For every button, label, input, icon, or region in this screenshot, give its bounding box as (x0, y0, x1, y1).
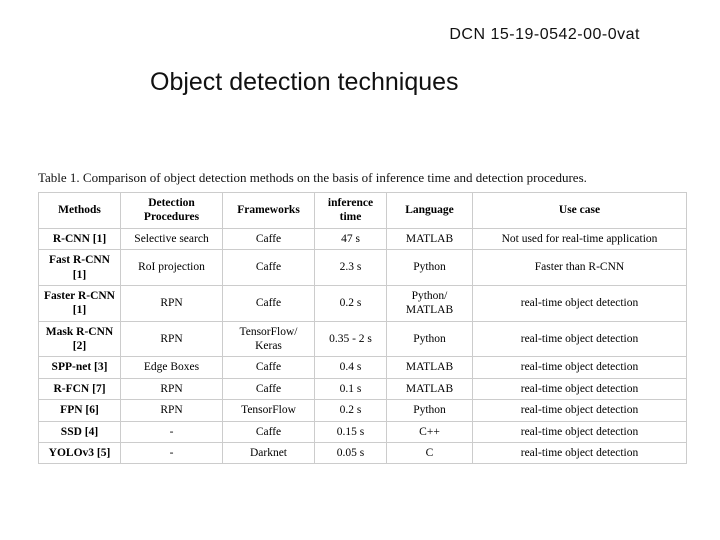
cell-lang: Python/ MATLAB (387, 285, 473, 321)
cell-time: 0.35 - 2 s (315, 321, 387, 357)
cell-proc: RoI projection (121, 250, 223, 286)
cell-frame: TensorFlow (223, 400, 315, 421)
cell-frame: TensorFlow/ Keras (223, 321, 315, 357)
table-row: SPP-net [3]Edge BoxesCaffe0.4 sMATLABrea… (39, 357, 687, 378)
cell-method: FPN [6] (39, 400, 121, 421)
cell-lang: C (387, 442, 473, 463)
cell-time: 0.2 s (315, 400, 387, 421)
cell-time: 0.05 s (315, 442, 387, 463)
table-row: Faster R-CNN [1]RPNCaffe0.2 sPython/ MAT… (39, 285, 687, 321)
table-row: YOLOv3 [5]-Darknet0.05 sCreal-time objec… (39, 442, 687, 463)
cell-frame: Caffe (223, 421, 315, 442)
cell-method: R-CNN [1] (39, 228, 121, 249)
cell-frame: Caffe (223, 357, 315, 378)
cell-use: real-time object detection (473, 442, 687, 463)
cell-proc: Selective search (121, 228, 223, 249)
cell-proc: RPN (121, 321, 223, 357)
col-methods: Methods (39, 193, 121, 229)
cell-lang: Python (387, 400, 473, 421)
col-usecase: Use case (473, 193, 687, 229)
col-procedures: Detection Procedures (121, 193, 223, 229)
table-row: SSD [4]-Caffe0.15 sC++real-time object d… (39, 421, 687, 442)
cell-use: real-time object detection (473, 285, 687, 321)
table-row: FPN [6]RPNTensorFlow0.2 sPythonreal-time… (39, 400, 687, 421)
col-time: inference time (315, 193, 387, 229)
cell-time: 0.2 s (315, 285, 387, 321)
cell-frame: Caffe (223, 250, 315, 286)
cell-lang: C++ (387, 421, 473, 442)
cell-frame: Caffe (223, 228, 315, 249)
cell-time: 2.3 s (315, 250, 387, 286)
table-header-row: Methods Detection Procedures Frameworks … (39, 193, 687, 229)
table-row: R-CNN [1]Selective searchCaffe47 sMATLAB… (39, 228, 687, 249)
comparison-table: Methods Detection Procedures Frameworks … (38, 192, 687, 464)
cell-lang: MATLAB (387, 378, 473, 399)
cell-frame: Darknet (223, 442, 315, 463)
cell-use: real-time object detection (473, 378, 687, 399)
cell-lang: MATLAB (387, 228, 473, 249)
cell-use: Not used for real-time application (473, 228, 687, 249)
cell-method: Faster R-CNN [1] (39, 285, 121, 321)
cell-proc: Edge Boxes (121, 357, 223, 378)
cell-time: 47 s (315, 228, 387, 249)
cell-method: Mask R-CNN [2] (39, 321, 121, 357)
comparison-table-container: Table 1. Comparison of object detection … (38, 170, 686, 464)
cell-use: real-time object detection (473, 421, 687, 442)
cell-method: YOLOv3 [5] (39, 442, 121, 463)
cell-method: R-FCN [7] (39, 378, 121, 399)
cell-time: 0.15 s (315, 421, 387, 442)
cell-use: real-time object detection (473, 357, 687, 378)
col-frameworks: Frameworks (223, 193, 315, 229)
cell-time: 0.4 s (315, 357, 387, 378)
table-row: Fast R-CNN [1]RoI projectionCaffe2.3 sPy… (39, 250, 687, 286)
cell-proc: RPN (121, 285, 223, 321)
col-language: Language (387, 193, 473, 229)
cell-use: real-time object detection (473, 321, 687, 357)
table-row: R-FCN [7]RPNCaffe0.1 sMATLABreal-time ob… (39, 378, 687, 399)
cell-proc: - (121, 421, 223, 442)
cell-frame: Caffe (223, 285, 315, 321)
cell-frame: Caffe (223, 378, 315, 399)
cell-use: Faster than R-CNN (473, 250, 687, 286)
cell-use: real-time object detection (473, 400, 687, 421)
dcn-code: DCN 15-19-0542-00-0vat (449, 26, 640, 44)
table-caption: Table 1. Comparison of object detection … (38, 170, 686, 186)
cell-method: SPP-net [3] (39, 357, 121, 378)
cell-proc: RPN (121, 378, 223, 399)
cell-lang: Python (387, 321, 473, 357)
cell-method: Fast R-CNN [1] (39, 250, 121, 286)
cell-lang: MATLAB (387, 357, 473, 378)
page-title: Object detection techniques (150, 68, 459, 97)
cell-time: 0.1 s (315, 378, 387, 399)
cell-method: SSD [4] (39, 421, 121, 442)
cell-proc: - (121, 442, 223, 463)
cell-proc: RPN (121, 400, 223, 421)
table-row: Mask R-CNN [2]RPNTensorFlow/ Keras0.35 -… (39, 321, 687, 357)
cell-lang: Python (387, 250, 473, 286)
